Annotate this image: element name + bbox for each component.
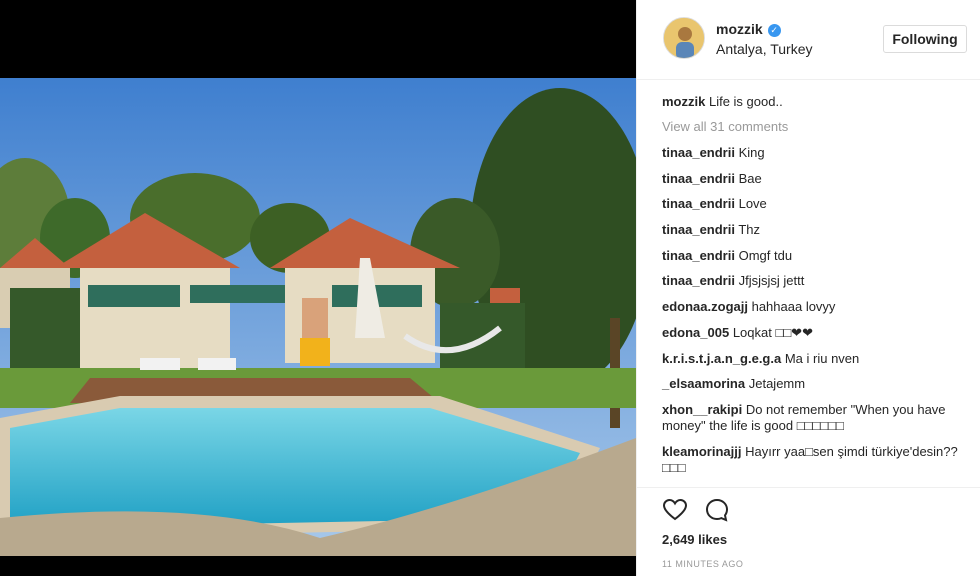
pool-villa-photo (0, 78, 636, 556)
post-media (0, 0, 636, 576)
username-text[interactable]: mozzik (716, 21, 763, 37)
comment-text: Omgf tdu (738, 247, 793, 263)
comment-username[interactable]: edonа_005 (662, 325, 729, 340)
comment-username[interactable]: k.r.i.s.t.j.a.n_g.e.g.a (662, 351, 781, 366)
post-sidebar: mozzik ✓ Antalya, Turkey Following mozzik… (636, 0, 980, 576)
comment-text: Love (738, 196, 767, 212)
comment: xhon__rakipi Do not remember "When you h… (662, 402, 962, 434)
comment-username[interactable]: edonaa.zogajj (662, 299, 748, 314)
avatar[interactable] (663, 17, 705, 59)
comment-username[interactable]: tinaa_endrii (662, 145, 735, 160)
comment: tinaa_endrii Love (662, 196, 962, 212)
comment: tinaa_endrii King (662, 145, 962, 161)
comment: kleamorinajjj Hayırr yaa□sen şimdi türki… (662, 444, 962, 476)
comment: edonа_005 Loqkat □□❤❤ (662, 325, 962, 341)
comment-username[interactable]: xhon__rakipi (662, 402, 742, 417)
view-all-comments-link[interactable]: View all 31 comments (662, 119, 962, 134)
comment: edonaa.zogajj hahhaaa lovyy (662, 299, 962, 315)
comment-text: Thz (738, 222, 761, 238)
post-photo[interactable] (0, 78, 636, 556)
comment-text: hahhaaa lovyy (751, 299, 836, 315)
comment: tinaa_endrii Jfjsjsjsj jettt (662, 273, 962, 289)
comment-text: Loqkat □□❤❤ (732, 324, 813, 340)
verified-badge-icon: ✓ (767, 24, 781, 37)
post-timestamp[interactable]: 11 MINUTES AGO (662, 559, 743, 569)
comment-text: King (738, 145, 765, 160)
comment: _elsaamorina Jetajemm (662, 376, 962, 392)
username[interactable]: mozzik ✓ (716, 21, 781, 37)
caption: mozzik Life is good.. (662, 94, 962, 110)
comment-text: Jfjsjsjsj jettt (738, 273, 805, 289)
post-header: mozzik ✓ Antalya, Turkey Following (637, 0, 980, 80)
comment-text: Bae (738, 170, 762, 186)
avatar-image (664, 18, 704, 58)
comment: tinaa_endrii Thz (662, 222, 962, 238)
comment-username[interactable]: _elsaamorina (662, 376, 745, 391)
comment-text: Jetajemm (748, 376, 806, 392)
comment-username[interactable]: tinaa_endrii (662, 273, 735, 288)
location-link[interactable]: Antalya, Turkey (716, 41, 813, 57)
comment: k.r.i.s.t.j.a.n_g.e.g.a Ma i riu nven (662, 351, 962, 367)
comment: tinaa_endrii Bae (662, 171, 962, 187)
post-actions: 2,649 likes 11 MINUTES AGO (637, 487, 980, 577)
caption-text: Life is good.. (708, 94, 783, 109)
comment-username[interactable]: tinaa_endrii (662, 248, 735, 263)
likes-count[interactable]: 2,649 likes (662, 532, 727, 547)
heart-icon[interactable] (662, 497, 688, 523)
comments-list: mozzik Life is good.. View all 31 commen… (662, 94, 962, 485)
comment-text: Ma i riu nven (784, 350, 860, 366)
caption-username[interactable]: mozzik (662, 94, 705, 109)
comment-username[interactable]: tinaa_endrii (662, 222, 735, 237)
comment: tinaa_endrii Omgf tdu (662, 248, 962, 264)
speech-bubble-icon[interactable] (704, 497, 730, 523)
comment-username[interactable]: tinaa_endrii (662, 196, 735, 211)
comment-username[interactable]: kleamorinajjj (662, 444, 741, 459)
following-button[interactable]: Following (883, 25, 967, 53)
comment-username[interactable]: tinaa_endrii (662, 171, 735, 186)
